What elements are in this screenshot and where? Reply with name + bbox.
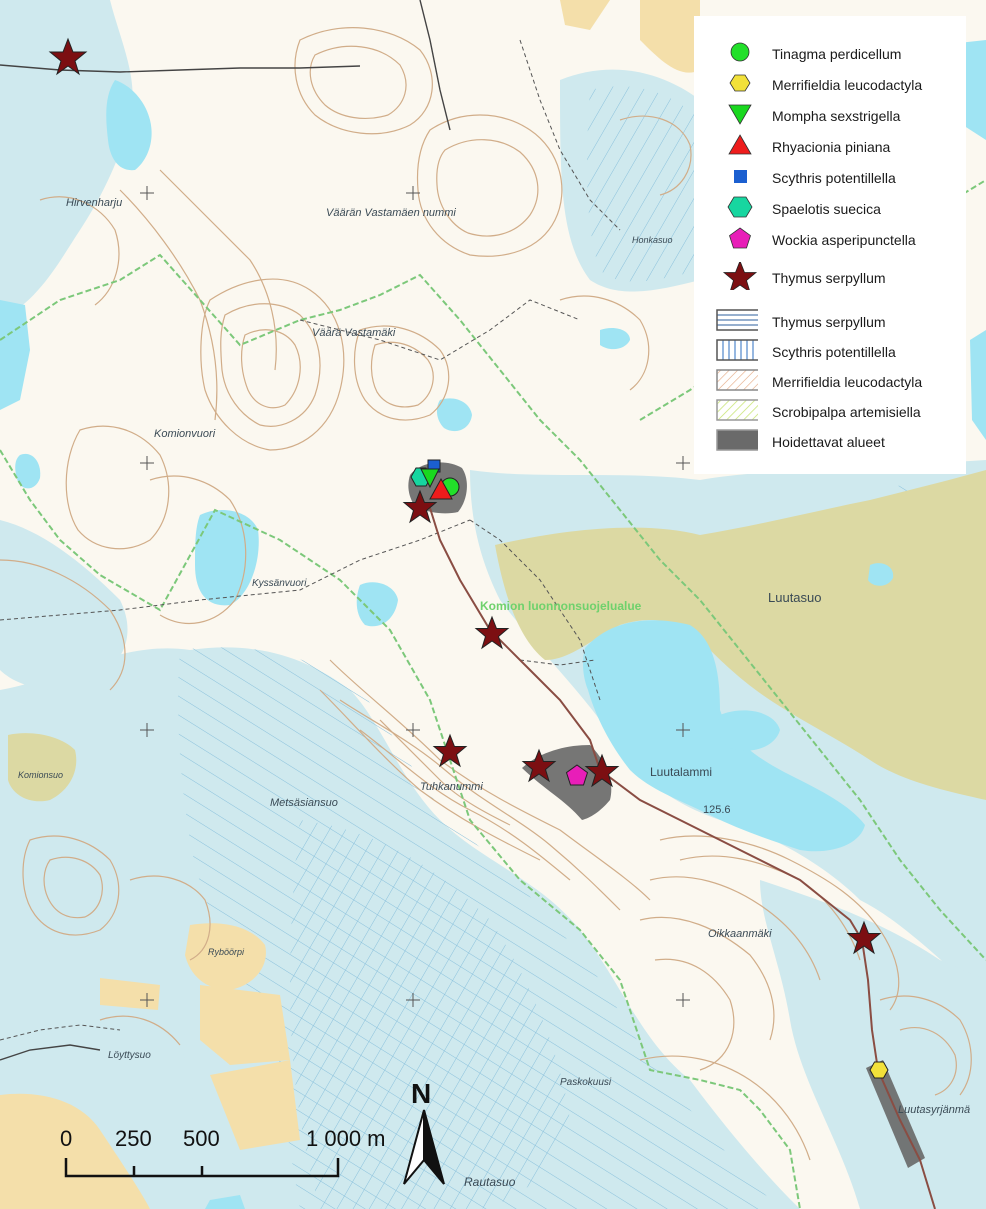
legend-label: Thymus serpyllum (772, 314, 886, 330)
yellow-hexagon-icon (729, 74, 751, 92)
legend-label: Merrifieldia leucodactyla (772, 374, 923, 390)
green-circle-icon (730, 42, 750, 62)
label-lake-level: 125.6 (703, 804, 731, 816)
blue-horizontal-hatch-swatch (716, 309, 758, 331)
legend-item-hoidettavat-alueet: Hoidettavat alueet (694, 428, 966, 456)
label-loyttysuo: Löyttysuo (108, 1050, 151, 1061)
legend-item-merrifieldia-leucodactyla-area: Merrifieldia leucodactyla (694, 368, 966, 396)
label-hirvenharju: Hirvenharju (66, 197, 122, 209)
legend-item-thymus-serpyllum-area: Thymus serpyllum (694, 308, 966, 336)
legend-label: Wockia asperipunctella (772, 232, 916, 248)
label-vaara-vastamaki: Väärä Vastamäki (312, 327, 396, 339)
label-luutasyrjanma: Luutasyrjänmä (898, 1104, 970, 1116)
legend-item-mompha-sexstrigella: Mompha sexstrigella (694, 102, 966, 130)
label-komion-luonnonsuojelualue: Komion luonnonsuojelualue (480, 599, 642, 613)
label-rautasuo: Rautasuo (464, 1175, 516, 1189)
scale-tick-0: 0 (60, 1126, 73, 1151)
label-kyssanvuori: Kyssänvuori (252, 578, 307, 589)
north-arrow-icon (403, 1109, 445, 1185)
scale-tick-250: 250 (115, 1126, 152, 1151)
yellow-green-diagonal-hatch-swatch (716, 399, 758, 421)
legend-label: Tinagma perdicellum (772, 46, 902, 62)
merrifieldia-leucodactyla-hexagon-icon[interactable] (869, 1061, 889, 1079)
label-paskokuusi: Paskokuusi (560, 1077, 612, 1088)
legend-label: Scrobipalpa artemisiella (772, 404, 921, 420)
legend-item-spaelotis-suecica: Spaelotis suecica (694, 195, 966, 223)
legend-item-tinagma-perdicellum: Tinagma perdicellum (694, 40, 966, 68)
legend-item-thymus-serpyllum-point: Thymus serpyllum (694, 262, 966, 296)
label-komionvuori: Komionvuori (154, 428, 216, 440)
magenta-pentagon-icon (729, 227, 751, 249)
label-vaaran-vastamaen-nummi: Väärän Vastamäen nummi (326, 207, 456, 219)
blue-vertical-hatch-swatch (716, 339, 758, 361)
scale-tick-500: 500 (183, 1126, 220, 1151)
scale-bar-line (64, 1158, 340, 1178)
legend-item-scrobipalpa-artemisiella-area: Scrobipalpa artemisiella (694, 398, 966, 426)
label-luutasuo: Luutasuo (768, 590, 822, 605)
north-arrow: N (398, 1078, 450, 1188)
red-triangle-up-icon (728, 134, 752, 155)
legend-item-merrifieldia-leucodactyla: Merrifieldia leucodactyla (694, 71, 966, 99)
legend-item-scythris-potentillella-area: Scythris potentillella (694, 338, 966, 366)
teal-hexagon-icon (727, 196, 753, 218)
legend-label: Thymus serpyllum (772, 270, 886, 286)
dark-red-star-icon (722, 262, 758, 290)
north-label: N (411, 1078, 432, 1109)
label-metsasiansuo: Metsäsiansuo (270, 797, 338, 809)
map-canvas[interactable]: Hirvenharju Väärän Vastamäen nummi Väärä… (0, 0, 986, 1209)
legend-label: Scythris potentillella (772, 170, 896, 186)
label-luutalammi: Luutalammi (650, 765, 712, 779)
label-komionsuo: Komionsuo (18, 770, 63, 780)
label-oikkaanmaki: Oikkaanmäki (708, 928, 772, 940)
scale-bar: 0 250 500 1 000 m (56, 1120, 406, 1190)
legend-label: Merrifieldia leucodactyla (772, 77, 923, 93)
legend-item-scythris-potentillella: Scythris potentillella (694, 164, 966, 192)
green-triangle-down-icon (728, 104, 752, 125)
legend-label: Scythris potentillella (772, 344, 896, 360)
scale-tick-1000: 1 000 m (306, 1126, 386, 1151)
label-rybiorpi: Ryböörpi (208, 947, 245, 957)
legend-label: Rhyacionia piniana (772, 139, 891, 155)
legend-label: Spaelotis suecica (772, 201, 881, 217)
label-honkasuo: Honkasuo (632, 235, 673, 245)
orange-diagonal-hatch-swatch (716, 369, 758, 391)
legend-label: Hoidettavat alueet (772, 434, 885, 450)
legend-item-rhyacionia-piniana: Rhyacionia piniana (694, 133, 966, 161)
grey-solid-swatch (716, 429, 758, 451)
legend-label: Mompha sexstrigella (772, 108, 901, 124)
blue-square-icon (734, 170, 747, 183)
map-legend: Tinagma perdicellum Merrifieldia leucoda… (694, 16, 966, 474)
label-tuhkanummi: Tuhkanummi (420, 781, 483, 793)
legend-item-wockia-asperipunctella: Wockia asperipunctella (694, 226, 966, 254)
